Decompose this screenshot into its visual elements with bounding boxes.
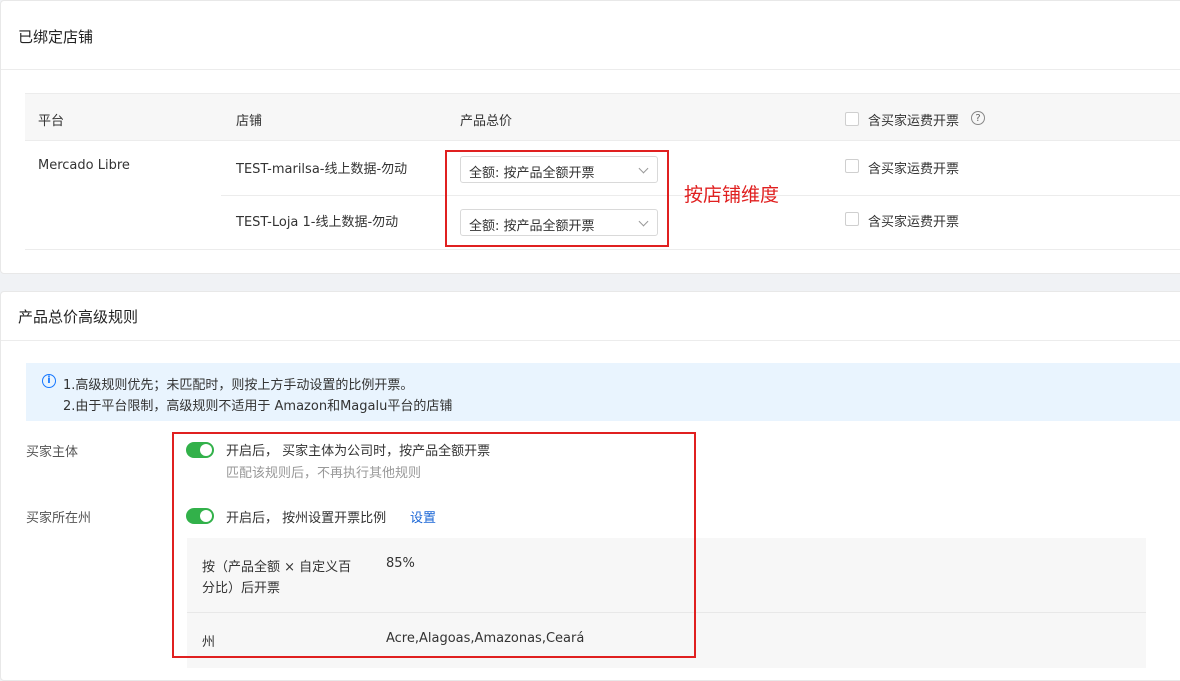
bound-stores-title: 已绑定店铺 bbox=[18, 28, 94, 46]
row2-shipping-label: 含买家运费开票 bbox=[868, 215, 960, 230]
row-divider bbox=[25, 249, 1180, 250]
annotation-box-stores bbox=[445, 150, 669, 247]
row1-shipping-checkbox[interactable] bbox=[845, 159, 859, 173]
header-total: 产品总价 bbox=[460, 114, 513, 129]
info-line-2: 2.由于平台限制，高级规则不适用于 Amazon和Magalu平台的店铺 bbox=[63, 399, 453, 414]
row1-store: TEST-marilsa-线上数据-勿动 bbox=[236, 162, 408, 177]
question-icon[interactable]: ? bbox=[971, 111, 985, 125]
table-header: 平台 店铺 产品总价 含买家运费开票 ? bbox=[25, 93, 1180, 141]
row1-shipping-label: 含买家运费开票 bbox=[868, 162, 960, 177]
row2-store: TEST-Loja 1-线上数据-勿动 bbox=[236, 215, 399, 230]
row2-shipping-checkbox[interactable] bbox=[845, 212, 859, 226]
info-line-1: 1.高级规则优先；未匹配时，则按上方手动设置的比例开票。 bbox=[63, 378, 414, 393]
info-icon: i bbox=[42, 374, 56, 388]
annotation-store-dimension: 按店铺维度 bbox=[684, 184, 780, 206]
header-shipping-label: 含买家运费开票 bbox=[868, 114, 960, 129]
advanced-rules-title: 产品总价高级规则 bbox=[18, 308, 139, 326]
header-shipping-checkbox[interactable] bbox=[845, 112, 859, 126]
annotation-box-rules bbox=[172, 432, 696, 658]
header-platform: 平台 bbox=[38, 114, 65, 129]
card-divider bbox=[1, 340, 1180, 341]
info-banner: i 1.高级规则优先；未匹配时，则按上方手动设置的比例开票。 2.由于平台限制，… bbox=[26, 363, 1180, 421]
card-divider bbox=[1, 69, 1180, 70]
buyer-entity-label: 买家主体 bbox=[26, 445, 79, 460]
row1-platform: Mercado Libre bbox=[38, 158, 130, 173]
buyer-state-label: 买家所在州 bbox=[26, 511, 92, 526]
header-store: 店铺 bbox=[236, 114, 263, 129]
